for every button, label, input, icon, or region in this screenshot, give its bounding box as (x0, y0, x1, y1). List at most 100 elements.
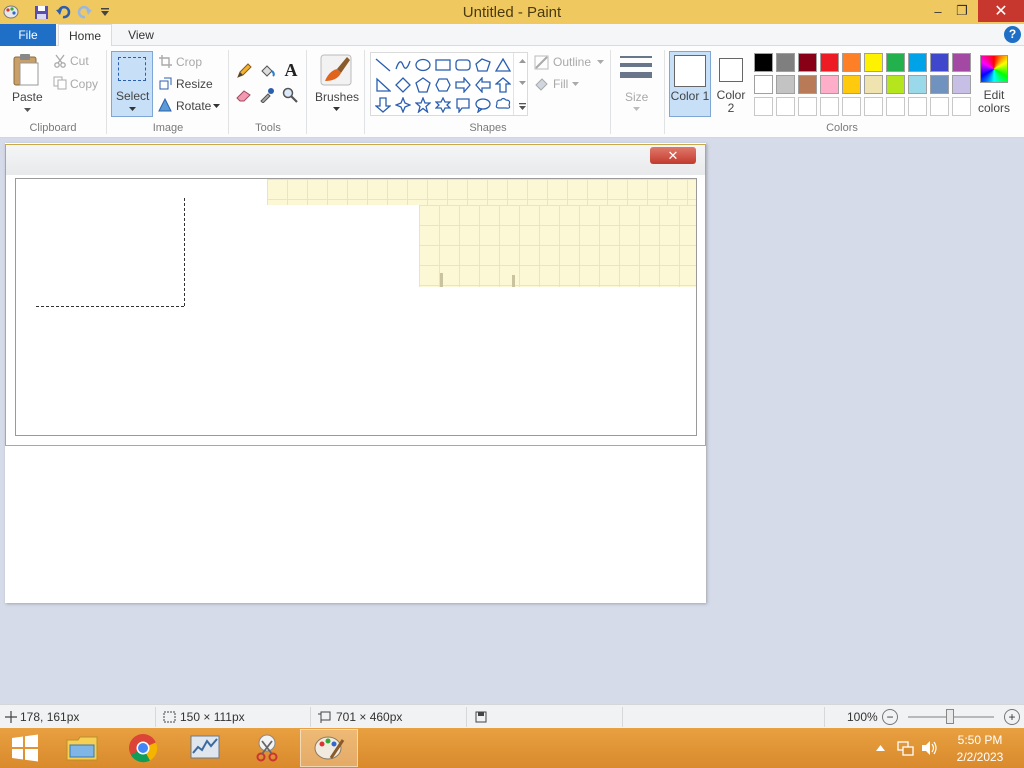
file-explorer-icon[interactable] (53, 729, 111, 767)
pasted-image[interactable]: ✕ (5, 144, 706, 446)
color1-button[interactable]: Color 1 (669, 51, 711, 117)
paste-dropdown-icon[interactable] (22, 106, 32, 114)
palette-swatch[interactable] (798, 75, 817, 94)
brushes-dropdown-icon[interactable] (332, 106, 340, 112)
palette-swatch-empty[interactable] (908, 97, 927, 116)
text-tool-icon[interactable]: A (281, 60, 301, 80)
network-icon[interactable] (896, 739, 914, 757)
palette-swatch[interactable] (754, 75, 773, 94)
palette-swatch-empty[interactable] (798, 97, 817, 116)
palette-swatch-empty[interactable] (754, 97, 773, 116)
scroll-down-icon[interactable] (518, 79, 526, 87)
gallery-more-icon[interactable] (518, 101, 526, 111)
paint-taskbar-icon[interactable] (300, 729, 358, 767)
restore-button[interactable]: ❐ (946, 0, 978, 22)
palette-swatch[interactable] (820, 53, 839, 72)
hexagon-shape-icon[interactable] (433, 75, 452, 94)
select-button[interactable]: Select (111, 51, 153, 117)
palette-swatch[interactable] (952, 75, 971, 94)
zoom-slider-thumb[interactable] (946, 709, 954, 724)
six-point-star-shape-icon[interactable] (433, 95, 452, 114)
zoom-out-button[interactable]: − (882, 709, 898, 725)
four-point-star-shape-icon[interactable] (393, 95, 412, 114)
clock-date[interactable]: 2/2/2023 (940, 750, 1020, 764)
diamond-shape-icon[interactable] (393, 75, 412, 94)
tab-file[interactable]: File (0, 24, 56, 46)
line-shape-icon[interactable] (373, 55, 392, 74)
palette-swatch-empty[interactable] (776, 97, 795, 116)
palette-swatch[interactable] (864, 75, 883, 94)
palette-swatch[interactable] (754, 53, 773, 72)
close-button[interactable]: ✕ (978, 0, 1024, 22)
task-manager-icon[interactable] (176, 729, 234, 767)
polygon-shape-icon[interactable] (473, 55, 492, 74)
palette-swatch[interactable] (798, 53, 817, 72)
cut-button[interactable]: Cut (70, 54, 89, 68)
palette-swatch-empty[interactable] (930, 97, 949, 116)
down-arrow-shape-icon[interactable] (373, 95, 392, 114)
oval-callout-shape-icon[interactable] (473, 95, 492, 114)
crop-button[interactable]: Crop (176, 55, 202, 69)
palette-swatch[interactable] (776, 53, 795, 72)
five-point-star-shape-icon[interactable] (413, 95, 432, 114)
pencil-icon[interactable] (235, 62, 253, 80)
oval-shape-icon[interactable] (413, 55, 432, 74)
brushes-button[interactable]: Brushes (315, 90, 359, 104)
paste-icon[interactable] (10, 52, 44, 88)
up-arrow-shape-icon[interactable] (493, 75, 512, 94)
show-hidden-icons-icon[interactable] (874, 742, 886, 754)
palette-swatch[interactable] (820, 75, 839, 94)
fill-bucket-icon[interactable] (258, 62, 276, 80)
pentagon-shape-icon[interactable] (413, 75, 432, 94)
canvas-workspace[interactable]: ✕ (0, 138, 1024, 704)
outline-dropdown-icon[interactable] (596, 59, 604, 65)
palette-swatch[interactable] (842, 53, 861, 72)
palette-swatch[interactable] (930, 53, 949, 72)
palette-swatch[interactable] (908, 75, 927, 94)
color-picker-icon[interactable] (258, 86, 276, 104)
zoom-in-button[interactable]: + (1004, 709, 1020, 725)
magnifier-icon[interactable] (281, 86, 299, 104)
palette-swatch[interactable] (864, 53, 883, 72)
edit-colors-button[interactable]: Edit colors (974, 51, 1014, 117)
rotate-dropdown-icon[interactable] (212, 103, 220, 109)
curve-shape-icon[interactable] (393, 55, 412, 74)
palette-swatch[interactable] (842, 75, 861, 94)
help-icon[interactable]: ? (1004, 26, 1021, 43)
rounded-rectangle-shape-icon[interactable] (453, 55, 472, 74)
rounded-callout-shape-icon[interactable] (453, 95, 472, 114)
right-arrow-shape-icon[interactable] (453, 75, 472, 94)
tab-home[interactable]: Home (58, 24, 112, 47)
palette-swatch[interactable] (952, 53, 971, 72)
cloud-callout-shape-icon[interactable] (493, 95, 512, 114)
fill-button[interactable]: Fill (553, 77, 568, 91)
start-button[interactable] (0, 729, 50, 767)
tab-view[interactable]: View (114, 24, 168, 46)
palette-swatch-empty[interactable] (820, 97, 839, 116)
palette-swatch[interactable] (886, 53, 905, 72)
palette-swatch[interactable] (908, 53, 927, 72)
palette-swatch-empty[interactable] (886, 97, 905, 116)
left-arrow-shape-icon[interactable] (473, 75, 492, 94)
volume-icon[interactable] (920, 739, 938, 757)
clock-time[interactable]: 5:50 PM (940, 733, 1020, 747)
rotate-button[interactable]: Rotate (176, 99, 211, 113)
size-button[interactable]: Size (614, 52, 658, 118)
brushes-icon[interactable] (318, 52, 354, 88)
palette-swatch-empty[interactable] (842, 97, 861, 116)
palette-swatch-empty[interactable] (864, 97, 883, 116)
palette-swatch[interactable] (776, 75, 795, 94)
resize-button[interactable]: Resize (176, 77, 213, 91)
fill-dropdown-icon[interactable] (571, 81, 579, 87)
shapes-scrollbar[interactable] (513, 53, 528, 115)
outline-button[interactable]: Outline (553, 55, 591, 69)
eraser-icon[interactable] (235, 86, 253, 104)
right-triangle-shape-icon[interactable] (373, 75, 392, 94)
paste-button[interactable]: Paste (12, 90, 43, 104)
copy-button[interactable]: Copy (70, 77, 98, 91)
triangle-shape-icon[interactable] (493, 55, 512, 74)
snipping-tool-icon[interactable] (238, 729, 296, 767)
color2-button[interactable]: Color 2 (712, 51, 752, 117)
palette-swatch[interactable] (930, 75, 949, 94)
palette-swatch[interactable] (886, 75, 905, 94)
